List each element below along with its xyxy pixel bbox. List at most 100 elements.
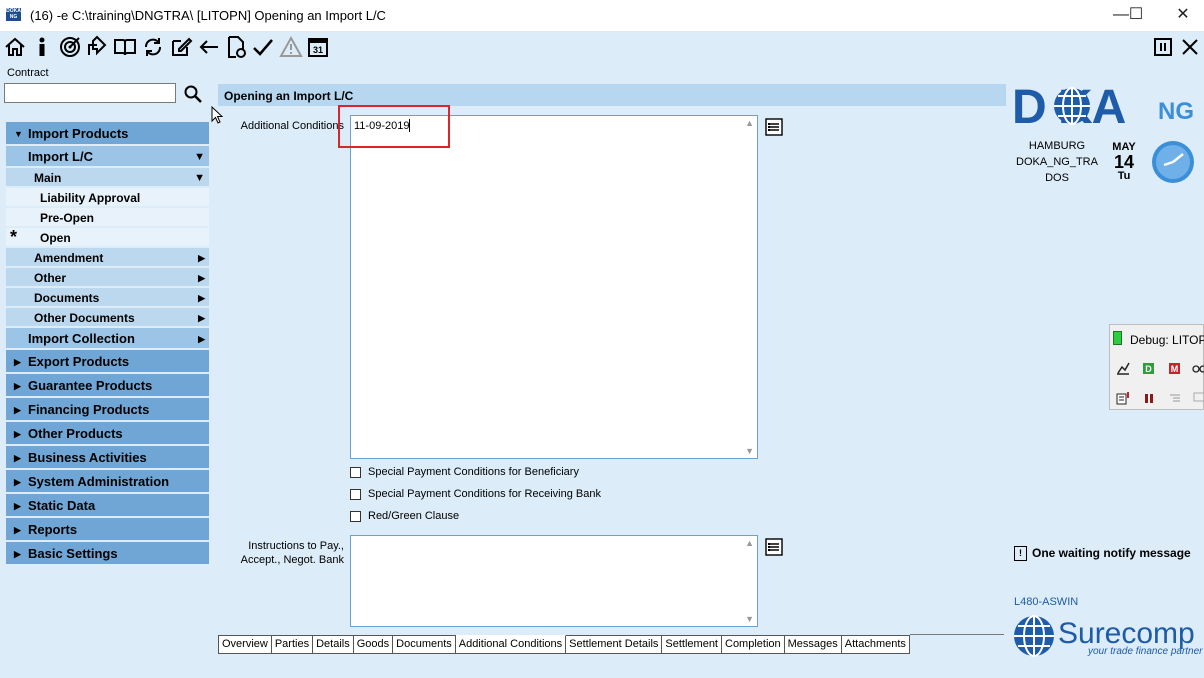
tab-additional-conditions[interactable]: Additional Conditions: [455, 635, 567, 654]
pause-icon[interactable]: [1151, 35, 1175, 59]
refresh-icon[interactable]: [141, 35, 165, 59]
navigation-tree: ▼ Import Products Import L/C ▼ Main ▼ Liabi…: [6, 122, 209, 566]
nav-guarantee-products[interactable]: ▶ Guarantee Products: [6, 374, 209, 398]
nav-other-products[interactable]: ▶ Other Products: [6, 422, 209, 446]
scroll-up-icon[interactable]: ▲: [745, 118, 754, 128]
notify-message[interactable]: ! One waiting notify message: [1014, 546, 1194, 566]
scrollbar[interactable]: ▲ ▼: [741, 536, 757, 626]
nav-import-products[interactable]: ▼ Import Products: [6, 122, 209, 146]
glasses-icon[interactable]: [1192, 361, 1204, 375]
tab-divider: [910, 634, 1004, 635]
back-arrow-icon[interactable]: [197, 35, 221, 59]
red-green-clause-checkbox[interactable]: [350, 511, 361, 522]
special-beneficiary-checkbox[interactable]: [350, 467, 361, 478]
text-editor-icon[interactable]: [765, 118, 783, 136]
triangle-right-icon: ▶: [198, 253, 205, 263]
additional-conditions-textarea[interactable]: 11-09-2019 ▲ ▼: [350, 115, 758, 459]
tab-attachments[interactable]: Attachments: [841, 635, 910, 654]
nav-other-documents[interactable]: Other Documents ▶: [6, 308, 209, 328]
edit-icon[interactable]: [169, 35, 193, 59]
tab-completion[interactable]: Completion: [722, 635, 785, 654]
nav-liability-approval[interactable]: Liability Approval: [6, 188, 209, 208]
nav-import-collection[interactable]: Import Collection ▶: [6, 328, 209, 350]
nav-pre-open[interactable]: Pre-Open: [6, 208, 209, 228]
warning-icon[interactable]: [279, 35, 303, 59]
triangle-right-icon: ▶: [14, 453, 21, 463]
user-id: L480-ASWIN: [1014, 596, 1079, 608]
nav-export-products[interactable]: ▶ Export Products: [6, 350, 209, 374]
m-cube-icon[interactable]: M: [1168, 361, 1182, 375]
step-icon[interactable]: [1168, 391, 1182, 405]
nav-system-administration[interactable]: ▶ System Administration: [6, 470, 209, 494]
tab-settlement[interactable]: Settlement: [662, 635, 722, 654]
comment-icon[interactable]: [1192, 391, 1204, 405]
scroll-up-icon[interactable]: ▲: [745, 538, 754, 548]
maximize-button[interactable]: ☐: [1121, 4, 1151, 26]
nav-import-lc[interactable]: Import L/C ▼: [6, 146, 209, 168]
nav-open[interactable]: * Open: [6, 227, 209, 248]
svg-text:D: D: [1145, 364, 1152, 374]
tab-goods[interactable]: Goods: [353, 635, 394, 654]
triangle-right-icon: ▶: [14, 525, 21, 535]
target-icon[interactable]: [58, 35, 82, 59]
info-icon[interactable]: [30, 35, 54, 59]
text-editor-icon[interactable]: [765, 538, 783, 556]
triangle-down-icon: ▼: [194, 151, 205, 163]
nav-main[interactable]: Main ▼: [6, 168, 209, 188]
breakpoint-list-icon[interactable]: [1116, 391, 1130, 405]
tab-details[interactable]: Details: [313, 635, 354, 654]
title-bar: DOKA NG (16) -e C:\training\DNGTRA\ [LIT…: [0, 0, 1204, 32]
tab-overview[interactable]: Overview: [218, 635, 272, 654]
triangle-right-icon: ▶: [14, 381, 21, 391]
nav-reports[interactable]: ▶ Reports: [6, 518, 209, 542]
triangle-right-icon: ▶: [14, 357, 21, 367]
window-close-button[interactable]: ✕: [1168, 4, 1198, 26]
nav-business-activities[interactable]: ▶ Business Activities: [6, 446, 209, 470]
tab-parties[interactable]: Parties: [271, 635, 314, 654]
calendar-icon[interactable]: 31: [306, 35, 330, 59]
page-title: Opening an Import L/C: [218, 84, 1006, 106]
nav-financing-products[interactable]: ▶ Financing Products: [6, 398, 209, 422]
nav-amendment[interactable]: Amendment ▶: [6, 248, 209, 268]
nav-other[interactable]: Other ▶: [6, 268, 209, 288]
instructions-textarea[interactable]: ▲ ▼: [350, 535, 758, 627]
clock-icon: [1150, 139, 1196, 185]
triangle-right-icon: ▶: [198, 313, 205, 323]
scrollbar[interactable]: ▲ ▼: [741, 116, 757, 458]
nav-documents[interactable]: Documents ▶: [6, 288, 209, 308]
location-label: HAMBURG: [1028, 140, 1086, 152]
system-label: DOKA_NG_TRA: [1016, 156, 1098, 168]
close-icon[interactable]: [1178, 35, 1202, 59]
debug-panel[interactable]: Debug: LITOPN D M: [1109, 324, 1204, 410]
tab-messages[interactable]: Messages: [784, 635, 842, 654]
window-title: (16) -e C:\training\DNGTRA\ [LITOPN] Ope…: [30, 8, 386, 23]
triangle-right-icon: ▶: [198, 334, 205, 344]
special-receiving-bank-checkbox[interactable]: [350, 489, 361, 500]
instructions-label-line1: Instructions to Pay.,: [248, 540, 344, 552]
scroll-down-icon[interactable]: ▼: [745, 446, 754, 456]
date-weekday: Tu: [1117, 170, 1131, 182]
globe-icon: [1052, 86, 1092, 126]
chart-icon[interactable]: [1116, 361, 1130, 375]
red-green-clause-label: Red/Green Clause: [368, 510, 460, 522]
instructions-label-line2: Accept., Negot. Bank: [240, 554, 344, 566]
book-icon[interactable]: [113, 35, 137, 59]
home-icon[interactable]: [3, 35, 27, 59]
tab-settlement-details[interactable]: Settlement Details: [566, 635, 663, 654]
checkmark-icon[interactable]: [251, 35, 275, 59]
nav-basic-settings[interactable]: ▶ Basic Settings: [6, 542, 209, 566]
tab-documents[interactable]: Documents: [393, 635, 456, 654]
pause-debug-icon[interactable]: [1142, 391, 1156, 405]
d-cube-icon[interactable]: D: [1142, 361, 1156, 375]
triangle-right-icon: ▶: [198, 293, 205, 303]
scroll-down-icon[interactable]: ▼: [745, 614, 754, 624]
mode-label: DOS: [1045, 172, 1069, 184]
contract-input[interactable]: [4, 83, 176, 103]
surecomp-tagline: your trade finance partner: [1088, 646, 1203, 657]
special-beneficiary-label: Special Payment Conditions for Beneficia…: [368, 466, 579, 478]
contract-label: Contract: [7, 67, 49, 79]
document-check-icon[interactable]: [224, 35, 248, 59]
search-icon[interactable]: [183, 84, 203, 104]
export-icon[interactable]: [85, 35, 109, 59]
nav-static-data[interactable]: ▶ Static Data: [6, 494, 209, 518]
